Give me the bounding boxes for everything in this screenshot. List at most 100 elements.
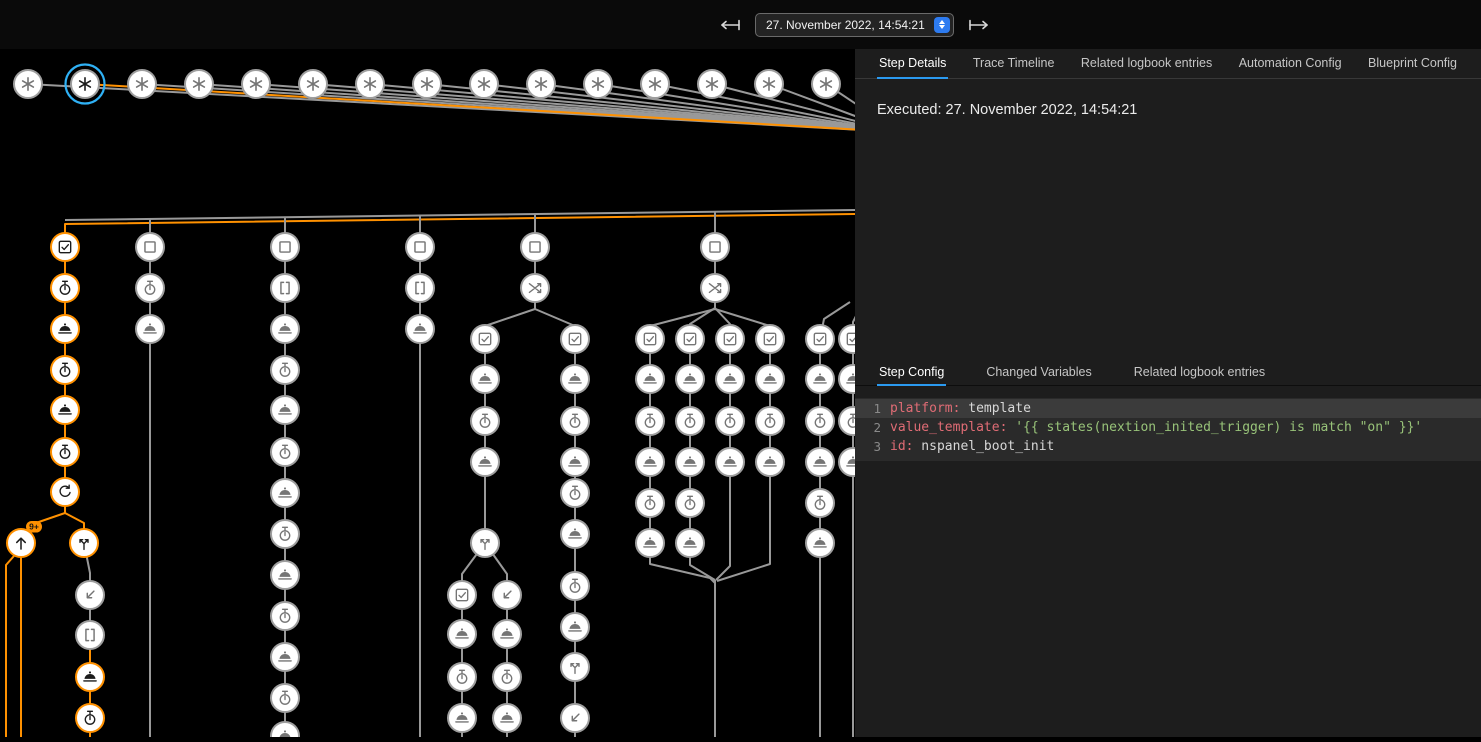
service-node[interactable] <box>716 448 744 476</box>
next-run-button[interactable] <box>967 19 991 31</box>
service-node[interactable] <box>561 613 589 641</box>
timer-node[interactable] <box>636 407 664 435</box>
timer-node[interactable] <box>806 407 834 435</box>
timer-node[interactable] <box>676 407 704 435</box>
timer-node[interactable] <box>561 572 589 600</box>
choose-node[interactable] <box>521 274 549 302</box>
box-node[interactable] <box>406 233 434 261</box>
brackets-node[interactable] <box>406 274 434 302</box>
trigger-node[interactable] <box>755 70 783 98</box>
service-node[interactable] <box>756 365 784 393</box>
tab-blueprint-config[interactable]: Blueprint Config <box>1366 49 1459 79</box>
condition-node[interactable] <box>561 325 589 353</box>
timer-node[interactable] <box>636 489 664 517</box>
service-node[interactable] <box>136 315 164 343</box>
service-node[interactable] <box>471 365 499 393</box>
return-node[interactable] <box>76 581 104 609</box>
service-node[interactable] <box>471 448 499 476</box>
trigger-node[interactable] <box>128 70 156 98</box>
tab-step-details[interactable]: Step Details <box>877 49 948 79</box>
condition-node[interactable] <box>756 325 784 353</box>
brackets-node[interactable] <box>76 621 104 649</box>
trigger-node[interactable] <box>527 70 555 98</box>
service-node[interactable] <box>676 365 704 393</box>
timer-node[interactable] <box>756 407 784 435</box>
service-node[interactable] <box>806 529 834 557</box>
timer-node[interactable] <box>271 438 299 466</box>
timer-node[interactable] <box>51 356 79 384</box>
tab-changed-variables[interactable]: Changed Variables <box>984 359 1093 386</box>
box-node[interactable] <box>701 233 729 261</box>
timer-node[interactable] <box>51 274 79 302</box>
trigger-node[interactable] <box>299 70 327 98</box>
tab-automation-config[interactable]: Automation Config <box>1237 49 1344 79</box>
timer-node[interactable] <box>716 407 744 435</box>
service-node[interactable] <box>406 315 434 343</box>
timer-node[interactable] <box>471 407 499 435</box>
trigger-node[interactable] <box>698 70 726 98</box>
service-node[interactable] <box>271 396 299 424</box>
service-node[interactable] <box>561 448 589 476</box>
box-node[interactable] <box>136 233 164 261</box>
service-node[interactable] <box>76 663 104 691</box>
condition-node[interactable] <box>676 325 704 353</box>
run-selector[interactable]: 27. November 2022, 14:54:21 <box>755 13 954 37</box>
condition-node[interactable] <box>839 325 855 353</box>
condition-node[interactable] <box>636 325 664 353</box>
timer-node[interactable] <box>76 704 104 732</box>
trigger-node[interactable] <box>641 70 669 98</box>
service-node[interactable] <box>271 643 299 671</box>
condition-node[interactable] <box>716 325 744 353</box>
tab-trace-timeline[interactable]: Trace Timeline <box>971 49 1057 79</box>
condition-node[interactable] <box>806 325 834 353</box>
service-node[interactable] <box>51 396 79 424</box>
service-node[interactable] <box>271 479 299 507</box>
repeat-node[interactable] <box>51 478 79 506</box>
trigger-node[interactable] <box>14 70 42 98</box>
timer-node[interactable] <box>271 520 299 548</box>
trigger-node[interactable] <box>812 70 840 98</box>
service-node[interactable] <box>271 315 299 343</box>
service-node[interactable] <box>448 704 476 732</box>
service-node[interactable] <box>716 365 744 393</box>
trigger-node[interactable] <box>470 70 498 98</box>
timer-node[interactable] <box>676 489 704 517</box>
trigger-node[interactable] <box>584 70 612 98</box>
trigger-node[interactable] <box>66 65 105 104</box>
service-node[interactable] <box>806 365 834 393</box>
timer-node[interactable] <box>136 274 164 302</box>
service-node[interactable] <box>271 722 299 737</box>
service-node[interactable] <box>806 448 834 476</box>
service-node[interactable] <box>636 365 664 393</box>
return-node[interactable] <box>561 704 589 732</box>
arrow-up-node[interactable]: 9+ <box>7 521 42 557</box>
service-node[interactable] <box>839 365 855 393</box>
service-node[interactable] <box>561 365 589 393</box>
tab-step-config[interactable]: Step Config <box>877 359 946 386</box>
condition-node[interactable] <box>51 233 79 261</box>
timer-node[interactable] <box>51 438 79 466</box>
service-node[interactable] <box>51 315 79 343</box>
service-node[interactable] <box>271 561 299 589</box>
trigger-node[interactable] <box>242 70 270 98</box>
service-node[interactable] <box>636 529 664 557</box>
tab-related-logbook-entries[interactable]: Related logbook entries <box>1132 359 1267 386</box>
service-node[interactable] <box>676 448 704 476</box>
service-node[interactable] <box>493 704 521 732</box>
condition-node[interactable] <box>448 581 476 609</box>
condition-node[interactable] <box>471 325 499 353</box>
service-node[interactable] <box>676 529 704 557</box>
choose-node[interactable] <box>701 274 729 302</box>
box-node[interactable] <box>521 233 549 261</box>
service-node[interactable] <box>756 448 784 476</box>
brackets-node[interactable] <box>271 274 299 302</box>
trigger-node[interactable] <box>356 70 384 98</box>
service-node[interactable] <box>839 448 855 476</box>
timer-node[interactable] <box>806 489 834 517</box>
timer-node[interactable] <box>271 356 299 384</box>
timer-node[interactable] <box>271 602 299 630</box>
previous-run-button[interactable] <box>718 19 742 31</box>
timer-node[interactable] <box>493 663 521 691</box>
timer-node[interactable] <box>839 407 855 435</box>
trigger-node[interactable] <box>185 70 213 98</box>
